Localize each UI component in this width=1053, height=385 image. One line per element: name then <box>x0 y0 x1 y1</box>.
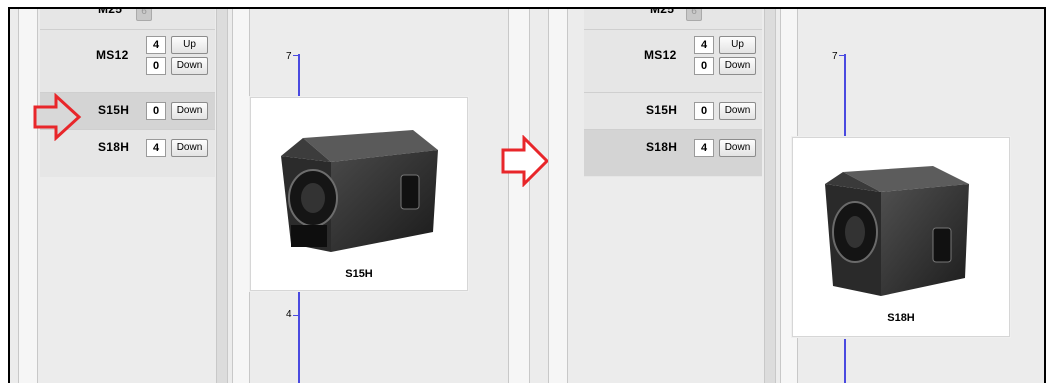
level-scale-line-lower <box>298 289 300 383</box>
s15h-value[interactable]: 0 <box>146 102 166 120</box>
right-border-stripe <box>548 9 568 383</box>
scale-tick-top: 7 <box>286 51 299 62</box>
s15h-value[interactable]: 0 <box>694 102 714 120</box>
s15h-down-button[interactable]: Down <box>171 102 208 120</box>
top-row: M25 6 <box>40 9 215 30</box>
ms12-up-value[interactable]: 4 <box>694 36 714 54</box>
s15h-down-button[interactable]: Down <box>719 102 756 120</box>
s18h-row[interactable]: S18H 4 Down <box>584 130 762 176</box>
scale-tick-top: 7 <box>832 51 845 62</box>
top-row-value: 6 <box>136 9 152 21</box>
top-row: M25 6 <box>584 9 762 30</box>
ms12-label: MS12 <box>644 48 677 62</box>
ms12-label: MS12 <box>96 48 129 62</box>
left-divider-stripe <box>216 9 228 383</box>
up-button[interactable]: Up <box>171 36 208 54</box>
ms12-down-value[interactable]: 0 <box>146 57 166 75</box>
s18h-label: S18H <box>646 140 678 154</box>
left-border-stripe <box>18 9 38 383</box>
ms12-row: MS12 4 Up 0 Down <box>584 30 762 93</box>
right-divider-stripe <box>764 9 776 383</box>
s18h-down-button[interactable]: Down <box>719 139 756 157</box>
down-button[interactable]: Down <box>171 57 208 75</box>
left-panel: M25 6 MS12 4 Up 0 Down S15H 0 Down S18H … <box>10 9 530 383</box>
product-card: S15H <box>250 97 468 291</box>
up-button[interactable]: Up <box>719 36 756 54</box>
s15h-label: S15H <box>646 103 678 117</box>
subwoofer-s18h-icon <box>821 160 981 300</box>
scale-tick-top-label: 7 <box>286 51 292 62</box>
s18h-value[interactable]: 4 <box>146 139 166 157</box>
level-scale-line <box>844 54 846 139</box>
scale-tick-bottom-label: 4 <box>286 309 292 320</box>
s18h-down-button[interactable]: Down <box>171 139 208 157</box>
product-card: S18H <box>792 137 1010 337</box>
speaker-list: M25 6 MS12 4 Up 0 Down S15H 0 Down S18H … <box>584 9 762 177</box>
top-row-label: M25 <box>98 7 123 16</box>
product-caption: S15H <box>345 268 373 280</box>
scale-tick-top-label: 7 <box>832 51 838 62</box>
top-row-label: M25 <box>650 7 675 16</box>
ms12-row: MS12 4 Up 0 Down <box>40 30 215 93</box>
right-panel: M25 6 MS12 4 Up 0 Down S15H 0 Down S18H … <box>540 9 1044 383</box>
left-right-stripe <box>508 9 530 383</box>
s15h-label: S15H <box>98 103 130 117</box>
subwoofer-s15h-icon <box>273 120 443 255</box>
ms12-up-value[interactable]: 4 <box>146 36 166 54</box>
product-caption: S18H <box>887 312 915 324</box>
down-button[interactable]: Down <box>719 57 756 75</box>
top-row-value: 6 <box>686 9 702 21</box>
level-scale-line-lower <box>844 339 846 383</box>
red-pointer-arrow-icon <box>32 93 82 141</box>
ms12-down-value[interactable]: 0 <box>694 57 714 75</box>
s15h-row[interactable]: S15H 0 Down <box>584 93 762 130</box>
s18h-label: S18H <box>98 140 130 154</box>
scale-tick-bottom: 4 <box>286 309 298 320</box>
left-scroll-track[interactable] <box>232 9 250 383</box>
s18h-value[interactable]: 4 <box>694 139 714 157</box>
screenshot-frame: M25 6 MS12 4 Up 0 Down S15H 0 Down S18H … <box>8 7 1046 383</box>
